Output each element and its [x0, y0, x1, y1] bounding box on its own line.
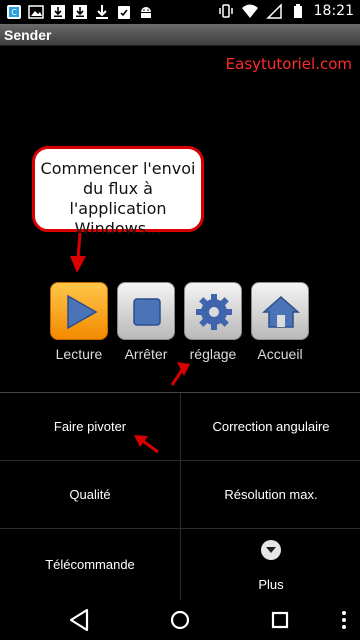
menu-item-label: Qualité — [69, 487, 111, 502]
menu-item-more[interactable]: Plus — [181, 529, 360, 600]
notification-icons: C — [6, 4, 154, 20]
stop-button-tile[interactable] — [117, 282, 175, 340]
clipboard-icon — [118, 6, 130, 19]
menu-item-rotate[interactable]: Faire pivoter — [0, 393, 180, 460]
home-button-tile[interactable] — [251, 282, 309, 340]
navigation-bar — [0, 600, 360, 640]
app-icon: C — [7, 5, 21, 19]
annotation-callout: Commencer l'envoi du flux à l'applicatio… — [32, 146, 204, 238]
android-icon — [141, 7, 151, 18]
menu-item-label: Télécommande — [45, 557, 135, 572]
recents-icon — [271, 611, 289, 629]
menu-item-angle-correction[interactable]: Correction angulaire — [181, 393, 360, 460]
overflow-menu-button[interactable] — [334, 609, 354, 631]
recents-button[interactable] — [265, 606, 295, 634]
options-menu: Faire pivoter Correction angulaire Quali… — [0, 393, 360, 600]
menu-item-max-resolution[interactable]: Résolution max. — [181, 461, 360, 528]
home-label: Accueil — [257, 346, 303, 362]
menu-item-label: Faire pivoter — [53, 419, 127, 434]
chevron-down-circle-icon — [261, 540, 281, 560]
play-button-tile[interactable] — [50, 282, 108, 340]
menu-item-label: Correction angulaire — [212, 419, 330, 434]
home-button[interactable]: Accueil — [251, 282, 309, 366]
callout-line: du flux à l'application — [69, 179, 167, 218]
play-icon — [67, 294, 98, 330]
home-circle-icon — [170, 610, 190, 630]
download-icon — [51, 5, 65, 19]
vibrate-icon — [218, 4, 233, 18]
download-icon — [96, 5, 108, 19]
home-icon — [262, 295, 300, 328]
watermark: Easytutoriel.com — [225, 55, 352, 73]
settings-button-tile[interactable] — [184, 282, 242, 340]
callout-text: Commencer l'envoi du flux à l'applicatio… — [35, 159, 201, 239]
download-icon — [73, 5, 87, 19]
stop-icon — [133, 298, 161, 326]
status-bar: C 18:21 — [0, 0, 360, 24]
callout-line: Commencer l'envoi — [40, 159, 196, 178]
playback-toolbar: Lecture Arrêter réglage Accueil — [50, 282, 310, 366]
callout-line: Windows... — [74, 219, 162, 238]
app-title: Sender — [4, 27, 52, 43]
gear-icon — [196, 294, 232, 330]
system-icons: 18:21 — [218, 3, 354, 19]
image-icon — [28, 5, 44, 19]
menu-item-quality[interactable]: Qualité — [0, 461, 180, 528]
clock: 18:21 — [313, 3, 354, 19]
battery-icon — [293, 4, 302, 18]
overflow-menu-icon — [342, 611, 346, 629]
back-icon — [69, 608, 89, 632]
annotation-arrow — [70, 232, 86, 273]
action-bar: Sender — [0, 24, 360, 46]
svg-text:C: C — [11, 8, 17, 17]
home-nav-button[interactable] — [165, 606, 195, 634]
no-sim-icon — [265, 3, 282, 19]
menu-item-remote-control[interactable]: Télécommande — [0, 529, 180, 600]
menu-item-label: Résolution max. — [224, 487, 318, 502]
menu-item-label: Plus — [258, 577, 284, 592]
wifi-icon — [241, 4, 258, 18]
back-button[interactable] — [65, 606, 95, 634]
